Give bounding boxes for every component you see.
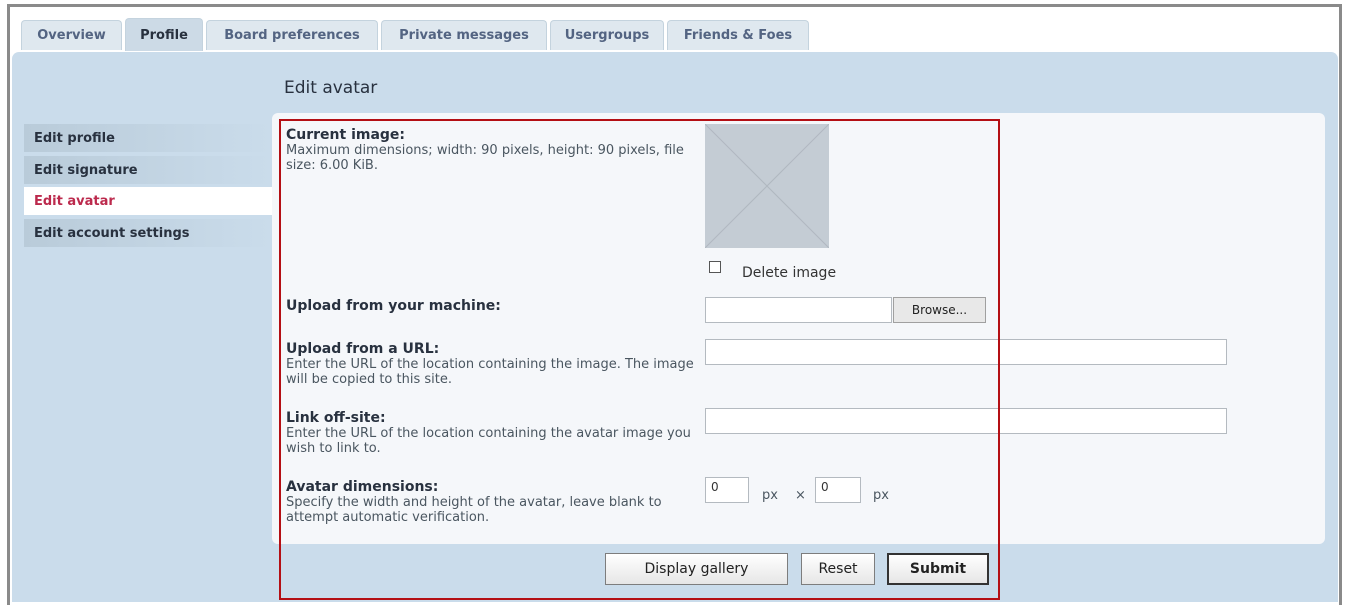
upload-url-desc: Enter the URL of the location containing… <box>286 357 694 387</box>
current-image-label: Current image: Maximum dimensions; width… <box>286 127 696 174</box>
dimension-separator: × <box>795 488 806 503</box>
browse-button[interactable]: Browse... <box>893 297 986 323</box>
avatar-dimensions-desc: Specify the width and height of the avat… <box>286 495 662 525</box>
tab-board-preferences[interactable]: Board preferences <box>206 20 378 50</box>
delete-image-label: Delete image <box>742 265 837 281</box>
width-unit: px <box>762 488 778 503</box>
link-offsite-desc: Enter the URL of the location containing… <box>286 426 691 456</box>
avatar-placeholder-image <box>704 123 830 249</box>
upload-url-title: Upload from a URL: <box>286 341 440 357</box>
current-image-desc: Maximum dimensions; width: 90 pixels, he… <box>286 143 684 173</box>
tab-private-messages[interactable]: Private messages <box>381 20 547 50</box>
menu-item-edit-signature[interactable]: Edit signature <box>24 156 272 184</box>
file-path-input[interactable] <box>705 297 892 323</box>
reset-button[interactable]: Reset <box>801 553 875 585</box>
page-title: Edit avatar <box>284 78 378 98</box>
avatar-height-input[interactable]: 0 <box>815 477 861 503</box>
tab-overview[interactable]: Overview <box>21 20 122 50</box>
avatar-width-input[interactable]: 0 <box>705 477 749 503</box>
upload-machine-title: Upload from your machine: <box>286 298 501 314</box>
tab-profile[interactable]: Profile <box>125 18 203 51</box>
current-image-title: Current image: <box>286 127 406 143</box>
tab-usergroups[interactable]: Usergroups <box>550 20 664 50</box>
menu-item-edit-profile[interactable]: Edit profile <box>24 124 272 152</box>
upload-machine-label: Upload from your machine: <box>286 299 696 314</box>
submit-button[interactable]: Submit <box>887 553 989 585</box>
no-image-icon <box>704 123 830 249</box>
avatar-dimensions-label: Avatar dimensions: Specify the width and… <box>286 479 696 526</box>
upload-url-label: Upload from a URL: Enter the URL of the … <box>286 341 696 388</box>
display-gallery-button[interactable]: Display gallery <box>605 553 788 585</box>
upload-url-input[interactable] <box>705 339 1227 365</box>
link-offsite-label: Link off-site: Enter the URL of the loca… <box>286 410 696 457</box>
avatar-dimensions-title: Avatar dimensions: <box>286 479 439 495</box>
menu-item-edit-avatar[interactable]: Edit avatar <box>24 187 272 215</box>
height-unit: px <box>873 488 889 503</box>
link-offsite-input[interactable] <box>705 408 1227 434</box>
link-offsite-title: Link off-site: <box>286 410 386 426</box>
tab-friends-foes[interactable]: Friends & Foes <box>667 20 809 50</box>
delete-image-checkbox[interactable] <box>709 261 721 273</box>
menu-item-edit-account-settings[interactable]: Edit account settings <box>24 219 272 247</box>
